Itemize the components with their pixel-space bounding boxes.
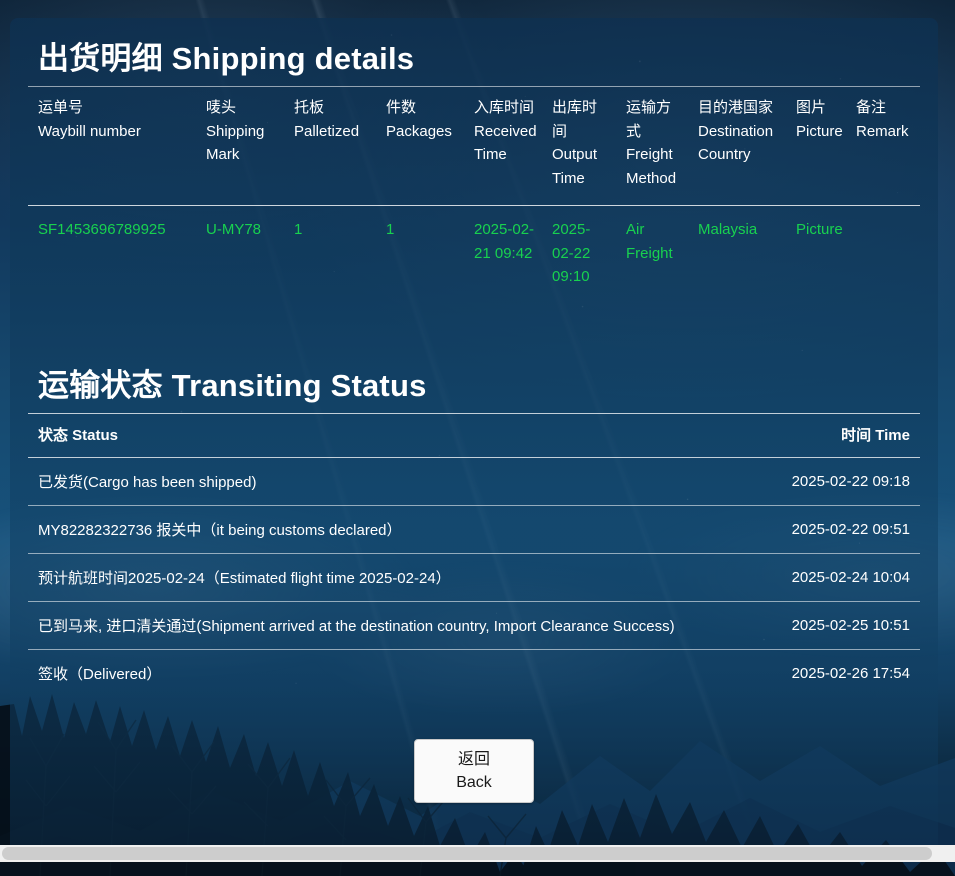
col-cn: 唛头 (206, 96, 278, 120)
column-header-status: 状态 Status (28, 414, 720, 458)
col-en: Freight Method (626, 143, 682, 190)
table-row: 预计航班时间2025-02-24（Estimated flight time 2… (28, 554, 920, 602)
column-header-output-time: 出库时间 Output Time (542, 87, 616, 206)
back-button-label-cn: 返回 (458, 748, 490, 771)
back-button[interactable]: 返回 Back (414, 739, 534, 803)
shipping-title-cn: 出货明细 (38, 41, 163, 76)
col-cn: 图片 (796, 96, 840, 120)
action-bar: 返回 Back (28, 697, 920, 803)
table-row: 已发货(Cargo has been shipped) 2025-02-22 0… (28, 458, 920, 506)
col-en: Output Time (552, 143, 610, 190)
status-text: 签收（Delivered） (28, 650, 720, 698)
column-header-received-time: 入库时间 Received Time (464, 87, 542, 206)
status-time: 2025-02-25 10:51 (720, 602, 920, 650)
cell-output-time: 2025-02-22 09:10 (542, 205, 616, 341)
col-cn: 运单号 (38, 96, 190, 120)
table-row: 已到马来, 进口清关通过(Shipment arrived at the des… (28, 602, 920, 650)
col-cn: 运输方式 (626, 96, 682, 143)
cell-received-time: 2025-02-21 09:42 (464, 205, 542, 341)
page-title-shipping-details: 出货明细 Shipping details (28, 18, 920, 86)
status-table-header-row: 状态 Status 时间 Time (28, 414, 920, 458)
col-en: Waybill number (38, 120, 190, 144)
cell-shipping-mark: U-MY78 (196, 205, 284, 341)
status-time: 2025-02-22 09:51 (720, 506, 920, 554)
status-text: MY82282322736 报关中（it being customs decla… (28, 506, 720, 554)
col-cn: 备注 (856, 96, 914, 120)
picture-link[interactable]: Picture (796, 221, 843, 238)
col-en: Remark (856, 120, 914, 144)
table-row: MY82282322736 报关中（it being customs decla… (28, 506, 920, 554)
cell-remark (846, 205, 920, 341)
cell-freight-method: Air Freight (616, 205, 688, 341)
back-button-label-en: Back (456, 771, 492, 794)
column-header-waybill-number: 运单号 Waybill number (28, 87, 196, 206)
cell-picture-link[interactable]: Picture (786, 205, 846, 341)
col-en: Destination Country (698, 120, 780, 167)
column-header-picture: 图片 Picture (786, 87, 846, 206)
transiting-status-table: 状态 Status 时间 Time 已发货(Cargo has been shi… (28, 413, 920, 697)
column-header-freight-method: 运输方式 Freight Method (616, 87, 688, 206)
table-row: SF1453696789925 U-MY78 1 1 2025-02-21 09… (28, 205, 920, 341)
status-time: 2025-02-26 17:54 (720, 650, 920, 698)
column-header-destination-country: 目的港国家 Destination Country (688, 87, 786, 206)
page-title-transiting-status: 运输状态 Transiting Status (28, 341, 920, 413)
column-header-time: 时间 Time (720, 414, 920, 458)
cell-packages: 1 (376, 205, 464, 341)
col-cn: 出库时间 (552, 96, 610, 143)
col-en: Shipping Mark (206, 120, 278, 167)
status-text: 预计航班时间2025-02-24（Estimated flight time 2… (28, 554, 720, 602)
shipment-panel: 出货明细 Shipping details 运单号 Waybill number… (10, 18, 938, 856)
horizontal-scrollbar-track[interactable] (0, 845, 955, 862)
col-cn: 目的港国家 (698, 96, 780, 120)
column-header-packages: 件数 Packages (376, 87, 464, 206)
col-cn: 件数 (386, 96, 458, 120)
cell-palletized: 1 (284, 205, 376, 341)
shipping-table-header-row: 运单号 Waybill number 唛头 Shipping Mark 托板 P… (28, 87, 920, 206)
col-en: Received Time (474, 120, 536, 167)
col-en: Palletized (294, 120, 370, 144)
column-header-palletized: 托板 Palletized (284, 87, 376, 206)
transiting-title-cn: 运输状态 (38, 368, 163, 403)
column-header-remark: 备注 Remark (846, 87, 920, 206)
status-time: 2025-02-24 10:04 (720, 554, 920, 602)
col-cn: 托板 (294, 96, 370, 120)
status-text: 已发货(Cargo has been shipped) (28, 458, 720, 506)
cell-destination-country: Malaysia (688, 205, 786, 341)
horizontal-scrollbar-thumb[interactable] (2, 847, 932, 860)
col-en: Picture (796, 120, 840, 144)
status-text: 已到马来, 进口清关通过(Shipment arrived at the des… (28, 602, 720, 650)
status-time: 2025-02-22 09:18 (720, 458, 920, 506)
col-cn: 入库时间 (474, 96, 536, 120)
shipping-details-table: 运单号 Waybill number 唛头 Shipping Mark 托板 P… (28, 86, 920, 341)
transiting-title-en: Transiting Status (172, 368, 427, 403)
cell-waybill-number[interactable]: SF1453696789925 (28, 205, 196, 341)
shipping-title-en: Shipping details (172, 41, 415, 76)
column-header-shipping-mark: 唛头 Shipping Mark (196, 87, 284, 206)
col-en: Packages (386, 120, 458, 144)
table-row: 签收（Delivered） 2025-02-26 17:54 (28, 650, 920, 698)
